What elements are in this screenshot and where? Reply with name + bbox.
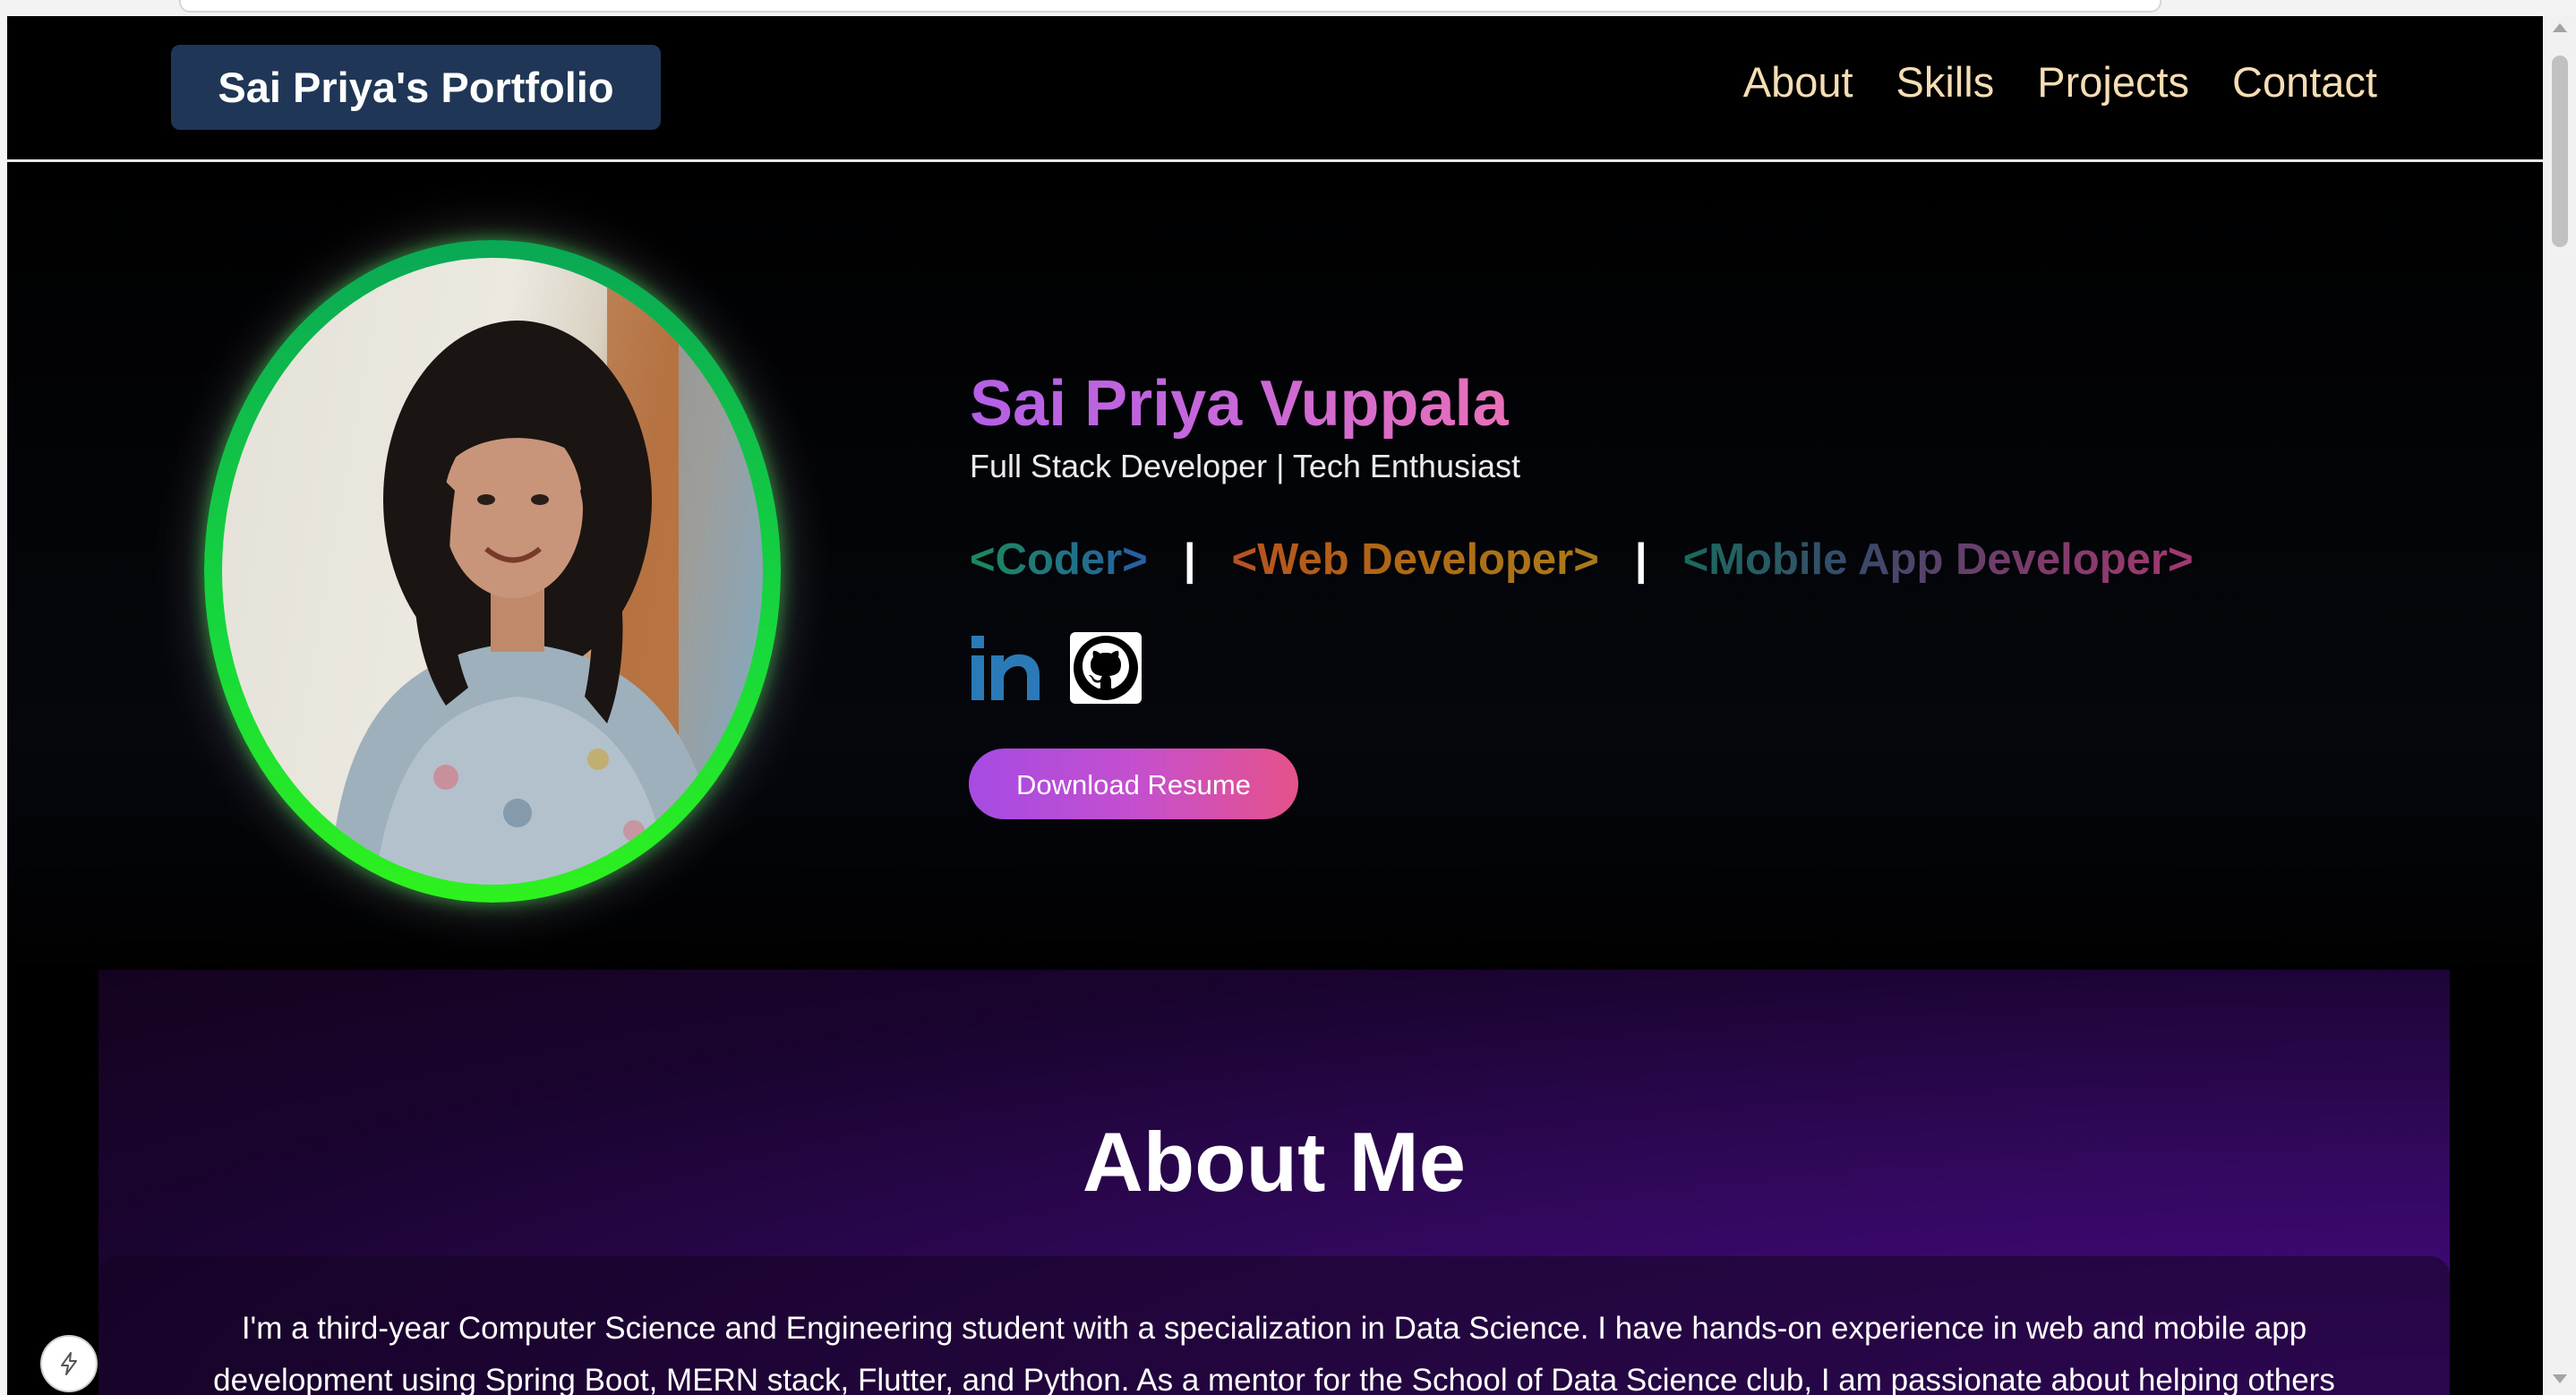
linkedin-icon[interactable] — [970, 634, 1041, 702]
scroll-up-arrow-icon[interactable] — [2553, 23, 2567, 32]
lightning-icon — [61, 1352, 77, 1375]
scrollbar-thumb[interactable] — [2552, 56, 2568, 247]
navbar: Sai Priya's Portfolio About Skills Proje… — [7, 16, 2543, 162]
nav-links: About Skills Projects Contact — [1743, 56, 2377, 109]
browser-top-strip — [0, 0, 2576, 16]
about-section: About Me I'm a third-year Computer Scien… — [98, 970, 2450, 1395]
hero-name: Sai Priya Vuppala — [970, 364, 1509, 444]
about-title: About Me — [1082, 1115, 1467, 1209]
browser-viewport: Sai Priya's Portfolio About Skills Proje… — [0, 0, 2576, 1395]
profile-photo-frame — [204, 240, 781, 903]
nav-link-projects[interactable]: Projects — [2037, 56, 2189, 109]
nav-link-contact[interactable]: Contact — [2232, 56, 2377, 109]
address-bar-edge — [179, 0, 2161, 13]
github-icon[interactable] — [1070, 632, 1142, 704]
floating-action-button[interactable] — [40, 1335, 98, 1392]
role-mobile-app-developer: <Mobile App Developer> — [1683, 531, 2194, 588]
roles-typing-line: <Coder> | <Web Developer> | <Mobile App … — [970, 531, 2194, 588]
portfolio-page: Sai Priya's Portfolio About Skills Proje… — [7, 16, 2543, 1395]
profile-photo — [222, 258, 763, 885]
hero-section: Sai Priya Vuppala Full Stack Developer |… — [7, 162, 2543, 986]
nav-link-about[interactable]: About — [1743, 56, 1853, 109]
role-web-developer: <Web Developer> — [1232, 531, 1599, 588]
scroll-down-arrow-icon[interactable] — [2553, 1374, 2567, 1383]
profile-photo-illustration — [329, 258, 763, 885]
social-links — [970, 632, 1142, 704]
download-resume-button[interactable]: Download Resume — [969, 749, 1298, 819]
brand-logo[interactable]: Sai Priya's Portfolio — [171, 45, 661, 130]
about-text: I'm a third-year Computer Science and En… — [213, 1311, 2335, 1395]
role-separator: | — [1634, 535, 1647, 584]
role-separator: | — [1183, 535, 1196, 584]
hero-subtitle: Full Stack Developer | Tech Enthusiast — [970, 448, 1520, 484]
nav-link-skills[interactable]: Skills — [1896, 56, 1995, 109]
role-coder: <Coder> — [970, 531, 1148, 588]
